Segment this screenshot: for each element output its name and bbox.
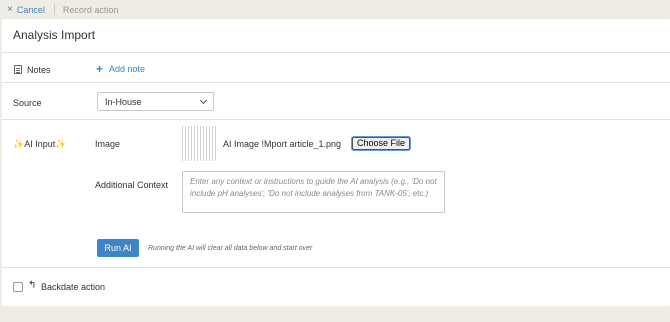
source-label: Source — [13, 98, 42, 108]
image-thumbnail — [182, 126, 217, 161]
plus-icon: + — [96, 62, 104, 76]
image-label: Image — [95, 139, 121, 149]
ai-input-label: ✨AI Input✨ — [13, 139, 66, 150]
cancel-label: Cancel — [16, 4, 45, 15]
additional-context-label: Additional Context — [95, 180, 169, 190]
top-bar: × Cancel Record action — [0, 0, 670, 19]
cancel-button[interactable]: × Cancel — [7, 3, 45, 15]
close-icon: × — [7, 3, 13, 15]
divider — [2, 267, 670, 268]
source-selected-value: In-House — [105, 96, 142, 107]
notes-label: Notes — [27, 65, 51, 75]
choose-file-button[interactable]: Choose File — [352, 137, 411, 150]
chevron-down-icon — [199, 96, 208, 105]
backdate-label: Backdate action — [41, 282, 106, 292]
divider — [53, 4, 55, 15]
add-note-label: Add note — [109, 64, 146, 74]
divider — [2, 82, 670, 83]
ai-input-text: AI Input — [24, 139, 56, 149]
form-card: Analysis Import Notes + Add note Source … — [2, 19, 670, 306]
undo-arrow-icon: ↰ — [28, 280, 37, 291]
sparkle-icon: ✨ — [13, 139, 25, 149]
page-title: Analysis Import — [13, 28, 96, 42]
divider — [2, 52, 670, 53]
run-ai-button[interactable]: Run AI — [97, 239, 139, 257]
add-note-button[interactable]: + Add note — [96, 63, 145, 75]
additional-context-textarea[interactable]: Enter any context or instructions to gui… — [182, 171, 445, 213]
sparkle-icon: ✨ — [55, 139, 67, 149]
document-icon — [14, 65, 22, 74]
source-select[interactable]: In-House — [97, 92, 214, 111]
file-name: AI Image !Mport article_1.png — [223, 139, 342, 149]
run-ai-hint: Running the AI will clear all data below… — [148, 245, 313, 252]
breadcrumb: Record action — [62, 4, 119, 15]
backdate-checkbox[interactable] — [13, 282, 23, 292]
divider — [2, 119, 670, 120]
